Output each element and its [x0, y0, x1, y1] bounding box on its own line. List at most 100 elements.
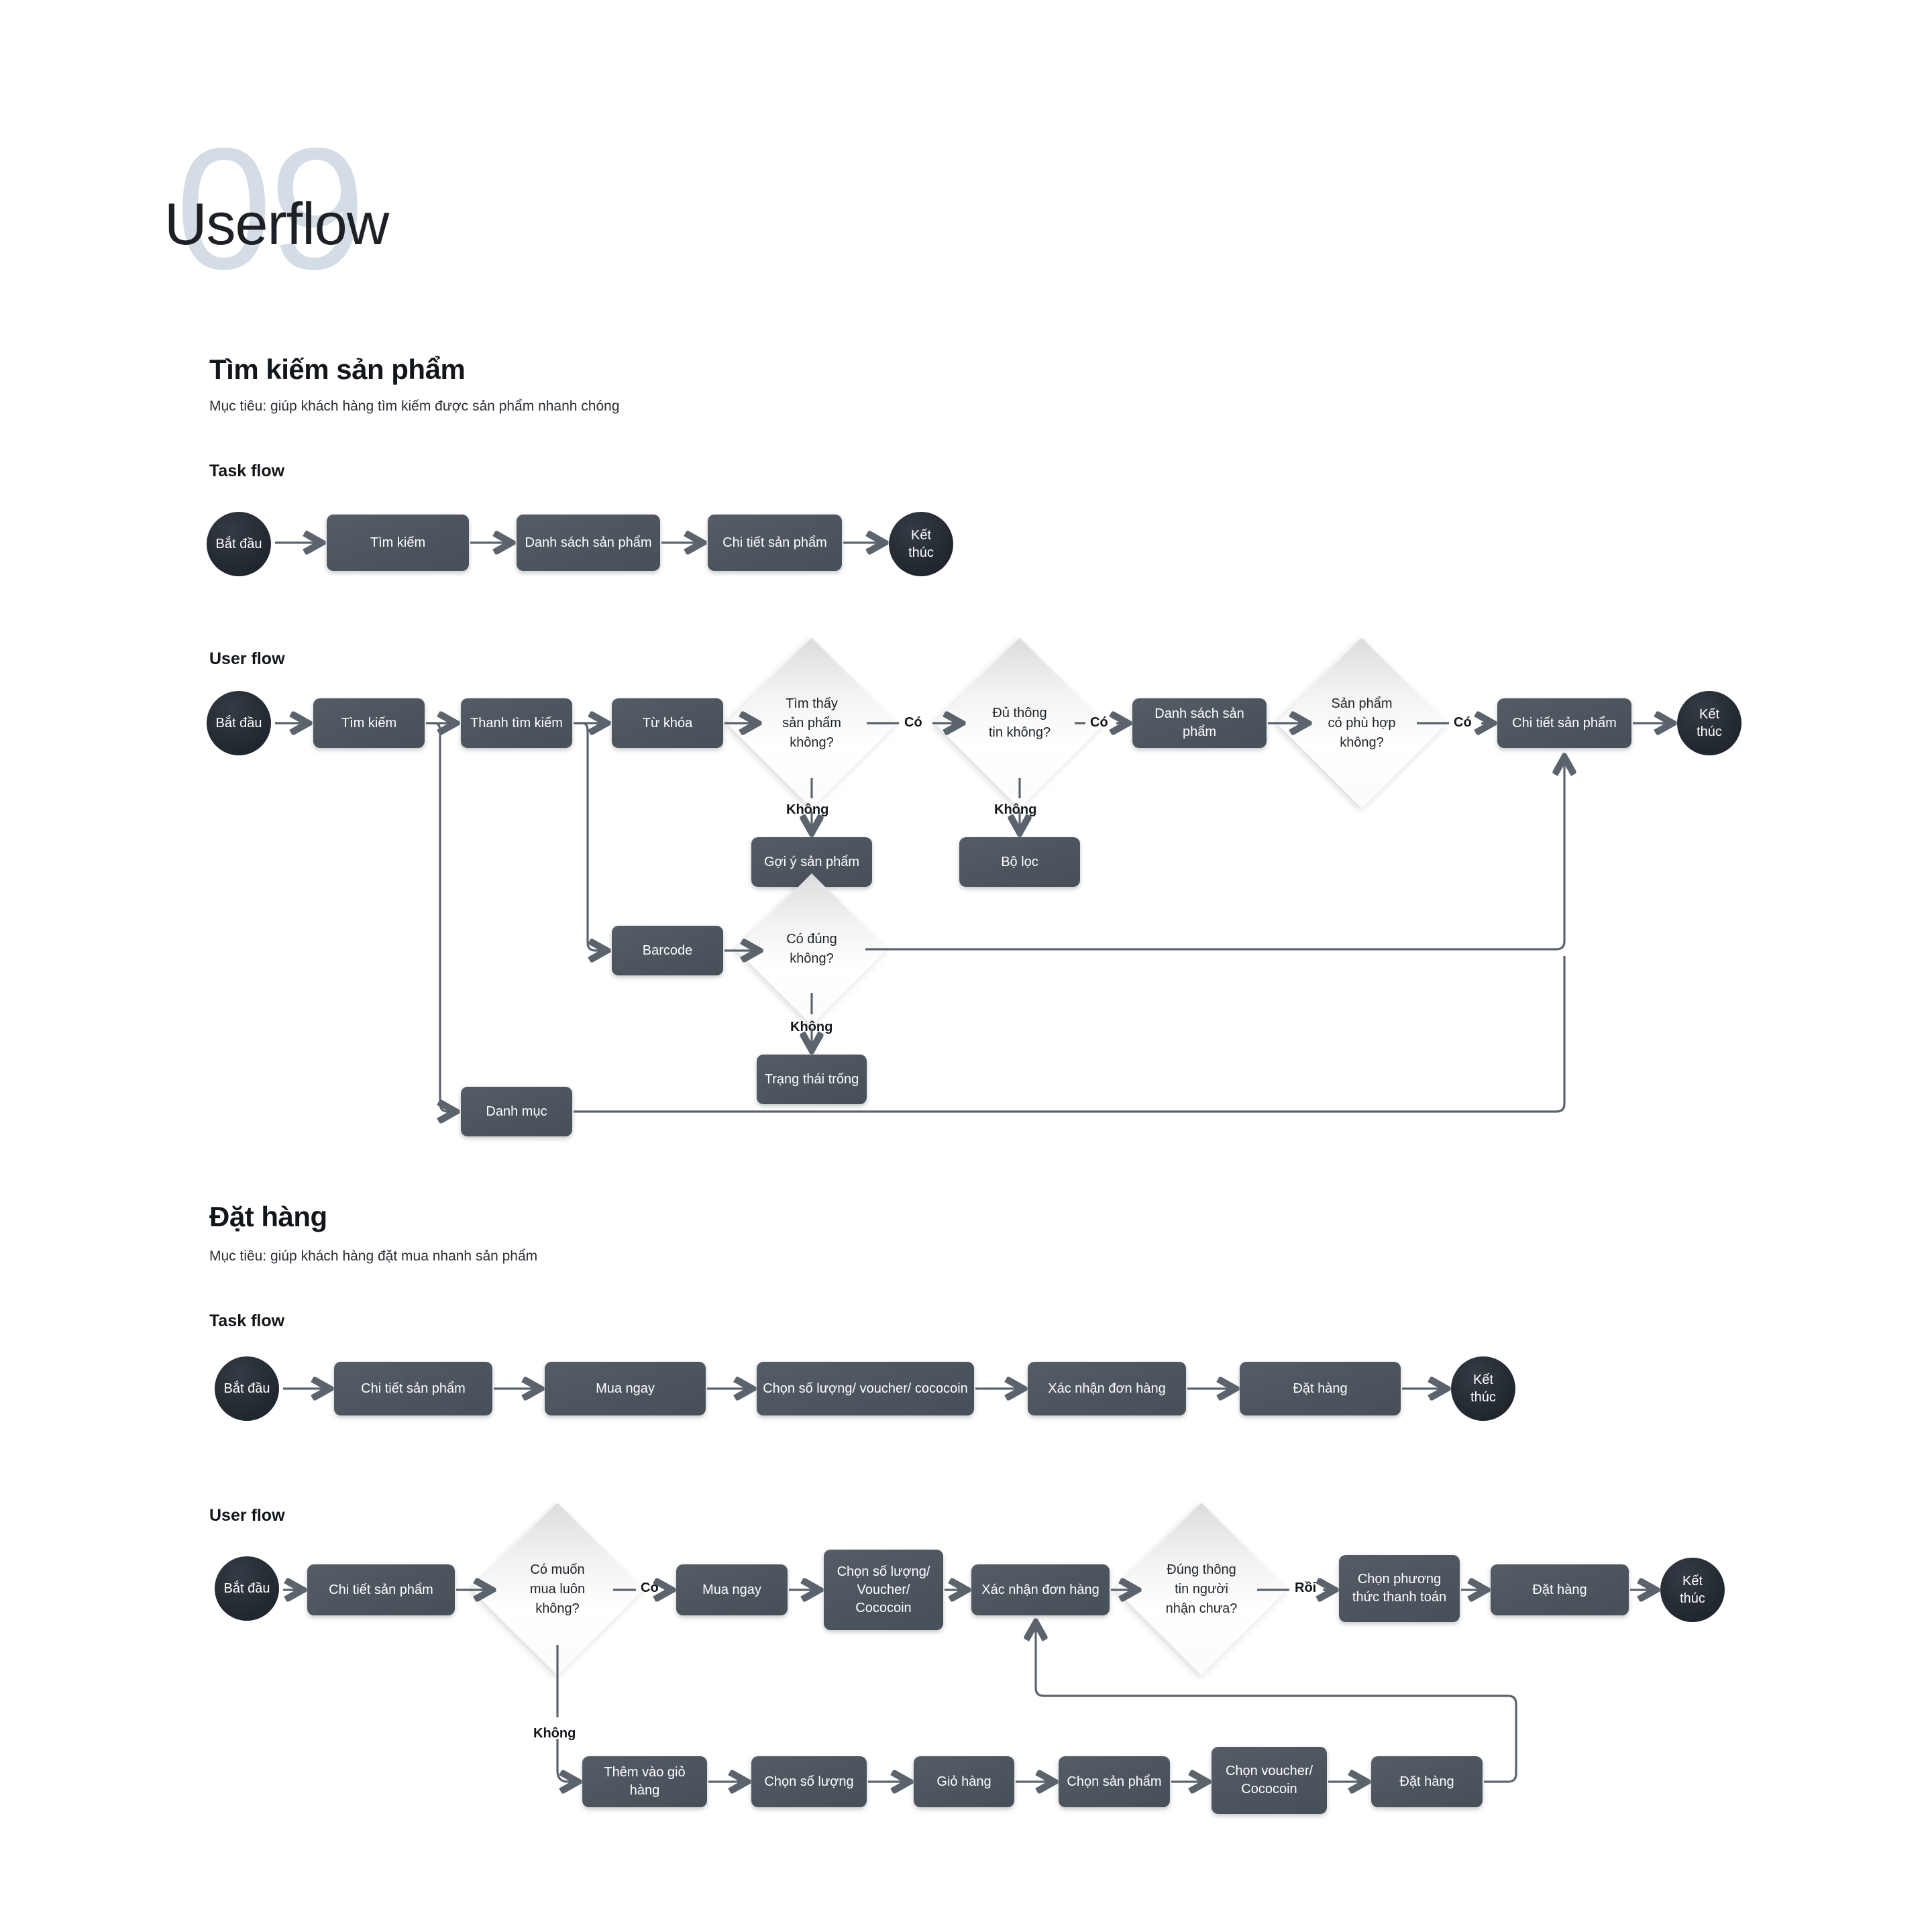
userflow1-start[interactable]: Bắt đầu: [207, 691, 271, 755]
user-flow-label-order: User flow: [209, 1506, 285, 1525]
userflow2-node-choose-product[interactable]: Chọn sản phẩm: [1059, 1756, 1170, 1807]
userflow2-node-choose-voucher-label: Chọn voucher/ Cococoin: [1225, 1764, 1313, 1796]
userflow2-node-place-order-cart-label: Đặt hàng: [1399, 1774, 1454, 1789]
userflow1-node-search-label: Tìm kiếm: [341, 715, 397, 731]
taskflow2-start-label: Bắt đầu: [223, 1381, 270, 1396]
userflow2-node-cart-label: Giỏ hàng: [936, 1774, 991, 1789]
userflow1-node-search[interactable]: Tìm kiếm: [313, 698, 425, 748]
section-title-search: Tìm kiếm sản phẩm: [209, 354, 466, 385]
userflow2-decision-buy-now-label: Có muốn mua luôn không?: [529, 1562, 586, 1616]
userflow1-decision-enough-info[interactable]: Đủ thông tin không?: [934, 637, 1106, 809]
taskflow2-step-2[interactable]: Mua ngay: [545, 1362, 706, 1415]
userflow1-node-product-detail[interactable]: Chi tiết sản phẩm: [1497, 698, 1631, 748]
userflow-page: 09 Userflow Tìm kiếm sản phẩm Mục tiêu: …: [0, 0, 1932, 1932]
userflow2-end[interactable]: Kết thúc: [1660, 1558, 1725, 1622]
userflow2-node-choose-qty-voucher[interactable]: Chọn số lượng/ Voucher/ Cococoin: [824, 1550, 943, 1630]
userflow2-node-cart[interactable]: Giỏ hàng: [914, 1756, 1014, 1807]
userflow1-node-product-list[interactable]: Danh sách sản phẩm: [1132, 698, 1267, 748]
userflow2-node-product-detail[interactable]: Chi tiết sản phẩm: [307, 1564, 455, 1615]
userflow1-decision-found-label: Tìm thấy sản phẩm không?: [782, 696, 841, 750]
userflow2-decision-receiver-info[interactable]: Đúng thông tin người nhận chưa?: [1115, 1503, 1288, 1676]
taskflow2-step-3[interactable]: Chọn số lượng/ voucher/ cococoin: [757, 1362, 974, 1415]
userflow2-end-label: Kết thúc: [1680, 1574, 1705, 1606]
userflow2-node-choose-qty-voucher-label: Chọn số lượng/ Voucher/ Cococoin: [837, 1564, 930, 1615]
userflow2-node-payment-method[interactable]: Chọn phương thức thanh toán: [1339, 1555, 1460, 1622]
section-subtitle-search: Mục tiêu: giúp khách hàng tìm kiếm được …: [209, 398, 620, 414]
userflow1-node-barcode[interactable]: Barcode: [612, 926, 723, 975]
userflow2-node-product-detail-label: Chi tiết sản phẩm: [329, 1582, 433, 1597]
taskflow2-end-label: Kết thúc: [1470, 1373, 1496, 1405]
taskflow1-step-3-label: Chi tiết sản phẩm: [722, 535, 827, 550]
taskflow1-step-2[interactable]: Danh sách sản phẩm: [517, 515, 660, 571]
page-title: Userflow: [164, 191, 389, 257]
userflow1-node-empty-state[interactable]: Trạng thái trống: [757, 1055, 867, 1104]
taskflow1-end[interactable]: Kết thúc: [889, 512, 953, 576]
userflow2-node-buy-now[interactable]: Mua ngay: [676, 1564, 788, 1615]
taskflow2-step-3-label: Chọn số lượng/ voucher/ cococoin: [763, 1381, 968, 1396]
user-flow-label-search: User flow: [209, 649, 285, 668]
userflow2-node-place-order-label: Đặt hàng: [1532, 1582, 1587, 1597]
userflow1-node-search-bar[interactable]: Thanh tìm kiếm: [461, 698, 572, 748]
userflow2-node-confirm-order[interactable]: Xác nhận đơn hàng: [971, 1564, 1110, 1615]
taskflow2-step-4[interactable]: Xác nhận đơn hàng: [1028, 1362, 1186, 1415]
userflow1-node-category-label: Danh mục: [486, 1104, 547, 1119]
taskflow1-step-2-label: Danh sách sản phẩm: [525, 535, 652, 550]
userflow1-node-product-detail-label: Chi tiết sản phẩm: [1512, 715, 1617, 731]
taskflow2-start[interactable]: Bắt đầu: [215, 1356, 279, 1421]
taskflow2-step-4-label: Xác nhận đơn hàng: [1048, 1381, 1166, 1396]
userflow1-decision-suitable[interactable]: Sản phẩm có phù hợp không?: [1276, 637, 1448, 809]
userflow1-end-label: Kết thúc: [1697, 707, 1722, 739]
userflow1-decision-found[interactable]: Tìm thấy sản phẩm không?: [726, 637, 898, 809]
taskflow1-start-label: Bắt đầu: [215, 537, 262, 551]
userflow1-node-suggest-label: Gợi ý sản phẩm: [763, 854, 860, 869]
taskflow2-end[interactable]: Kết thúc: [1451, 1356, 1515, 1421]
userflow1-decision-correct-label: Có đúng không?: [786, 932, 837, 966]
userflow1-decision-enough-info-label: Đủ thông tin không?: [988, 706, 1051, 740]
userflow1-start-label: Bắt đầu: [215, 716, 262, 731]
taskflow2-step-5[interactable]: Đặt hàng: [1240, 1362, 1401, 1415]
userflow2-start-label: Bắt đầu: [223, 1581, 270, 1596]
userflow2-edge-yes-1: Có: [641, 1580, 659, 1595]
userflow2-node-place-order-cart[interactable]: Đặt hàng: [1371, 1756, 1483, 1807]
userflow2-node-add-to-cart-label: Thêm vào giỏ hàng: [604, 1765, 686, 1798]
taskflow2-step-2-label: Mua ngay: [596, 1381, 655, 1396]
userflow1-decision-suitable-label: Sản phẩm có phù hợp không?: [1328, 696, 1396, 750]
task-flow-label-search: Task flow: [209, 462, 285, 480]
userflow2-edge-no: Không: [533, 1726, 576, 1741]
taskflow1-step-1[interactable]: Tìm kiếm: [327, 515, 469, 571]
userflow1-node-filter[interactable]: Bộ lọc: [959, 837, 1080, 887]
taskflow1-start[interactable]: Bắt đầu: [207, 512, 271, 576]
userflow1-decision-correct[interactable]: Có đúng không?: [735, 873, 888, 1026]
userflow2-node-buy-now-label: Mua ngay: [702, 1582, 761, 1597]
userflow2-node-choose-product-label: Chọn sản phẩm: [1067, 1774, 1162, 1789]
task-flow-label-order: Task flow: [209, 1311, 285, 1330]
userflow1-node-category[interactable]: Danh mục: [461, 1087, 572, 1136]
taskflow1-end-label: Kết thúc: [908, 528, 934, 560]
userflow1-edge-yes-2: Có: [1090, 715, 1108, 730]
userflow1-edge-no-1: Không: [786, 802, 829, 817]
userflow2-start[interactable]: Bắt đầu: [215, 1556, 279, 1621]
taskflow1-step-1-label: Tìm kiếm: [370, 535, 426, 550]
userflow2-edge-already: Rồi: [1295, 1580, 1317, 1595]
userflow2-node-choose-qty[interactable]: Chọn số lượng: [751, 1756, 867, 1807]
taskflow1-step-3[interactable]: Chi tiết sản phẩm: [708, 515, 842, 571]
userflow1-edge-no-3: Không: [790, 1020, 833, 1034]
section-title-order: Đặt hàng: [209, 1201, 327, 1232]
userflow2-decision-buy-now[interactable]: Có muốn mua luôn không?: [471, 1503, 644, 1676]
taskflow2-step-1[interactable]: Chi tiết sản phẩm: [334, 1362, 492, 1415]
userflow1-node-barcode-label: Barcode: [642, 943, 693, 958]
userflow2-node-add-to-cart[interactable]: Thêm vào giỏ hàng: [582, 1756, 707, 1807]
userflow2-node-choose-voucher[interactable]: Chọn voucher/ Cococoin: [1212, 1747, 1327, 1814]
userflow1-node-keyword-label: Từ khóa: [642, 715, 693, 731]
userflow2-node-choose-qty-label: Chọn số lượng: [764, 1774, 854, 1789]
userflow2-node-payment-method-label: Chọn phương thức thanh toán: [1352, 1572, 1447, 1605]
userflow1-node-search-bar-label: Thanh tìm kiếm: [470, 715, 563, 731]
userflow1-end[interactable]: Kết thúc: [1677, 691, 1741, 755]
userflow1-node-empty-state-label: Trạng thái trống: [764, 1071, 859, 1087]
taskflow2-step-5-label: Đặt hàng: [1293, 1381, 1348, 1396]
userflow2-node-place-order[interactable]: Đặt hàng: [1491, 1564, 1629, 1615]
userflow1-node-product-list-label: Danh sách sản phẩm: [1155, 706, 1244, 739]
userflow1-edge-yes-3: Có: [1454, 715, 1472, 730]
userflow1-node-keyword[interactable]: Từ khóa: [612, 698, 723, 748]
userflow1-edge-yes-1: Có: [904, 715, 922, 730]
